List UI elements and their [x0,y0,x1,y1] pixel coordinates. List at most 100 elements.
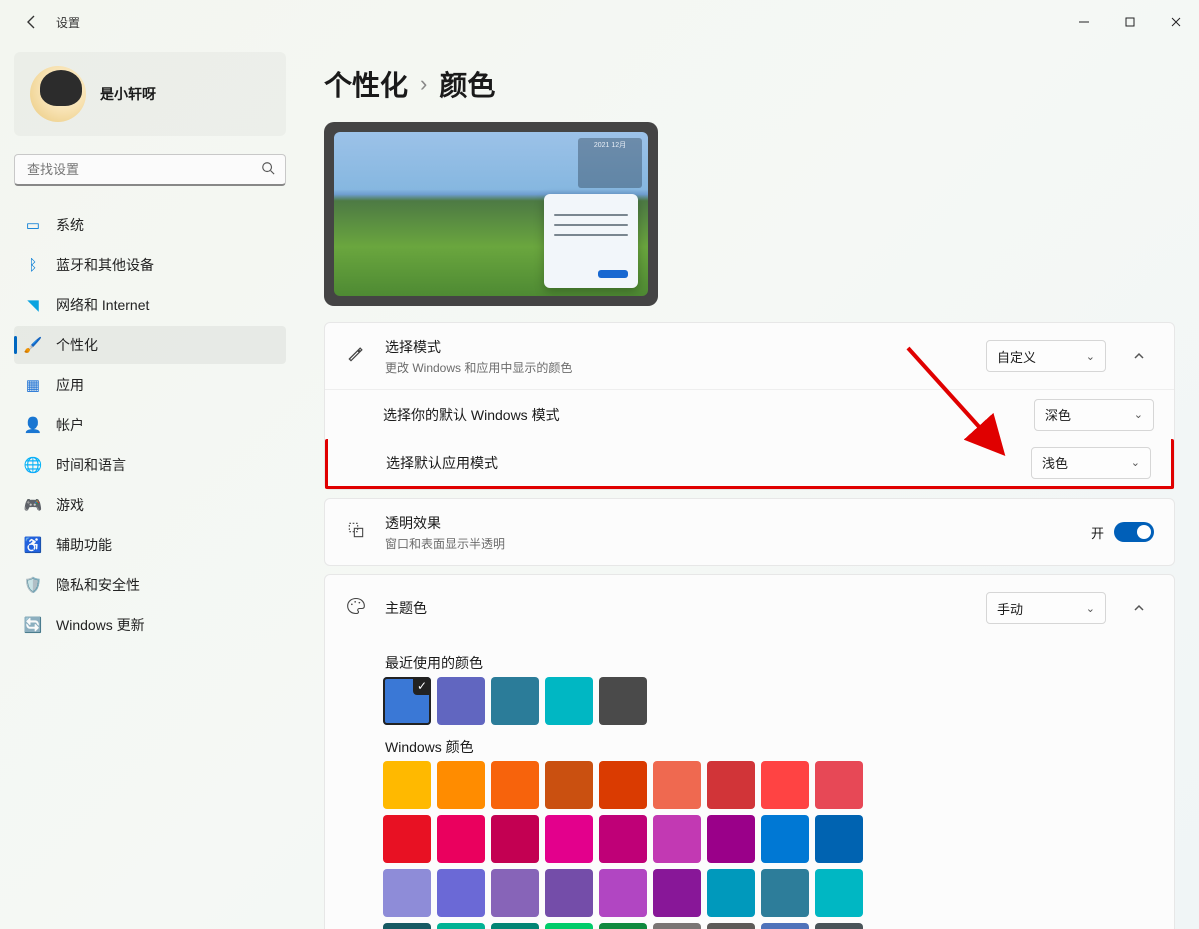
color-swatch[interactable] [599,923,647,929]
back-button[interactable] [12,2,52,42]
row-accent[interactable]: 主题色 手动 ⌄ [325,575,1174,641]
nav-accounts[interactable]: 👤帐户 [14,406,286,444]
color-swatch[interactable] [437,815,485,863]
toggle-label: 开 [1091,523,1104,542]
maximize-button[interactable] [1107,6,1153,38]
accessibility-icon: ♿ [24,536,42,554]
chevron-right-icon: › [420,71,427,97]
color-swatch[interactable] [599,677,647,725]
palette-icon [345,596,367,621]
color-swatch[interactable] [491,923,539,929]
nav-update[interactable]: 🔄Windows 更新 [14,606,286,644]
brush-icon: 🖌️ [24,336,42,354]
shield-icon: 🛡️ [24,576,42,594]
color-swatch[interactable] [491,869,539,917]
nav-gaming[interactable]: 🎮游戏 [14,486,286,524]
nav-label: Windows 更新 [56,615,145,635]
expand-button[interactable] [1124,593,1154,623]
color-swatch[interactable] [545,923,593,929]
nav-label: 时间和语言 [56,455,126,475]
nav-bluetooth[interactable]: ᛒ蓝牙和其他设备 [14,246,286,284]
row-transparency[interactable]: 透明效果 窗口和表面显示半透明 开 [325,499,1174,565]
color-swatch[interactable] [437,923,485,929]
color-swatch[interactable] [815,869,863,917]
color-swatch[interactable] [545,677,593,725]
windows-colors-grid [383,761,863,929]
color-swatch[interactable] [707,869,755,917]
card-accent: 主题色 手动 ⌄ 最近使用的颜色 ✓ W [324,574,1175,929]
bluetooth-icon: ᛒ [24,256,42,274]
recent-colors: ✓ [383,677,1154,725]
color-swatch[interactable] [383,869,431,917]
nav-accessibility[interactable]: ♿辅助功能 [14,526,286,564]
nav-privacy[interactable]: 🛡️隐私和安全性 [14,566,286,604]
color-swatch[interactable] [707,923,755,929]
globe-icon: 🌐 [24,456,42,474]
color-swatch[interactable] [599,869,647,917]
color-swatch[interactable] [545,869,593,917]
color-swatch[interactable] [761,815,809,863]
nav-system[interactable]: ▭系统 [14,206,286,244]
select-accent[interactable]: 手动 ⌄ [986,592,1106,624]
card-transparency: 透明效果 窗口和表面显示半透明 开 [324,498,1175,566]
nav-time[interactable]: 🌐 时间和语言 [14,446,286,484]
color-swatch[interactable]: ✓ [383,677,431,725]
brush-icon [345,344,367,369]
nav-label: 系统 [56,215,84,235]
color-swatch[interactable] [437,869,485,917]
wifi-icon: ◥ [24,296,42,314]
nav-apps[interactable]: ▦ 应用 [14,366,286,404]
profile-card[interactable]: 是小轩呀 [14,52,286,136]
color-swatch[interactable] [383,761,431,809]
breadcrumb: 个性化 › 颜色 [324,64,1175,104]
color-swatch[interactable] [761,923,809,929]
nav-label: 应用 [56,375,84,395]
titlebar: 设置 [0,0,1199,44]
search-box[interactable] [14,154,286,186]
expand-button[interactable] [1124,341,1154,371]
color-swatch[interactable] [653,761,701,809]
color-swatch[interactable] [545,761,593,809]
color-swatch[interactable] [653,815,701,863]
color-swatch[interactable] [599,815,647,863]
color-swatch[interactable] [491,761,539,809]
row-choose-mode[interactable]: 选择模式 更改 Windows 和应用中显示的颜色 自定义 ⌄ [325,323,1174,389]
close-button[interactable] [1153,6,1199,38]
chevron-down-icon: ⌄ [1134,408,1143,421]
sidebar: 是小轩呀 ▭系统 ᛒ蓝牙和其他设备 ◥网络和 Internet 🖌️个性化 ▦ 应… [0,44,300,929]
window-title: 设置 [56,14,80,31]
breadcrumb-parent[interactable]: 个性化 [324,64,408,104]
color-swatch[interactable] [815,761,863,809]
color-swatch[interactable] [707,815,755,863]
color-swatch[interactable] [383,923,431,929]
color-swatch[interactable] [815,923,863,929]
color-swatch[interactable] [653,923,701,929]
color-swatch[interactable] [383,815,431,863]
select-mode[interactable]: 自定义 ⌄ [986,340,1106,372]
nav-personalize[interactable]: 🖌️个性化 [14,326,286,364]
apps-icon: ▦ [24,376,42,394]
color-swatch[interactable] [491,815,539,863]
color-swatch[interactable] [545,815,593,863]
color-swatch[interactable] [599,761,647,809]
minimize-button[interactable] [1061,6,1107,38]
toggle-transparency[interactable]: 开 [1091,522,1154,542]
color-swatch[interactable] [707,761,755,809]
color-swatch[interactable] [491,677,539,725]
select-windows-mode[interactable]: 深色 ⌄ [1034,399,1154,431]
color-swatch[interactable] [761,761,809,809]
select-app-mode[interactable]: 浅色 ⌄ [1031,447,1151,479]
color-swatch[interactable] [437,761,485,809]
chevron-down-icon: ⌄ [1086,602,1095,615]
select-value: 浅色 [1042,453,1068,472]
color-swatch[interactable] [761,869,809,917]
color-swatch[interactable] [653,869,701,917]
mode-desc: 更改 Windows 和应用中显示的颜色 [385,359,968,376]
desktop-preview: 2021 12月 [324,122,658,306]
color-swatch[interactable] [437,677,485,725]
row-app-mode: 选择默认应用模式 浅色 ⌄ [325,439,1174,489]
search-input[interactable] [25,161,261,178]
color-swatch[interactable] [815,815,863,863]
nav-network[interactable]: ◥网络和 Internet [14,286,286,324]
breadcrumb-current: 颜色 [439,64,495,104]
